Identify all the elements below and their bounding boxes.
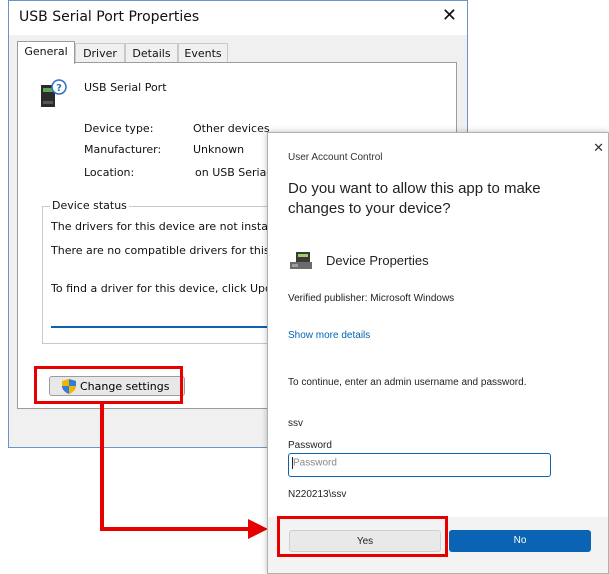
no-button[interactable]: No [449, 530, 591, 552]
highlight-change-settings [34, 366, 183, 404]
device-name: USB Serial Port [84, 81, 167, 94]
tab-details[interactable]: Details [125, 43, 178, 63]
password-label: Password [288, 440, 332, 451]
unknown-device-icon: ? [41, 79, 67, 107]
arrow-connector-vertical [100, 402, 104, 530]
uac-domain-user: N220213\ssv [288, 489, 347, 500]
password-placeholder: Password [293, 457, 337, 469]
tab-events[interactable]: Events [178, 43, 228, 63]
device-type-label: Device type: [84, 122, 154, 135]
uac-username: ssv [288, 418, 303, 429]
uac-publisher: Verified publisher: Microsoft Windows [288, 293, 455, 304]
arrow-connector-horizontal [100, 527, 250, 531]
device-properties-icon [290, 252, 312, 269]
location-label: Location: [84, 166, 135, 179]
uac-instruction: To continue, enter an admin username and… [288, 377, 527, 388]
screenshot-canvas: USB Serial Port Properties ✕ General Dri… [0, 0, 609, 574]
close-icon[interactable]: ✕ [442, 5, 457, 26]
tab-driver[interactable]: Driver [75, 43, 125, 63]
uac-program-name: Device Properties [326, 253, 429, 268]
uac-dialog: User Account Control ✕ Do you want to al… [267, 132, 609, 574]
manufacturer-value: Unknown [193, 143, 245, 156]
properties-window-title: USB Serial Port Properties [19, 9, 200, 25]
close-icon[interactable]: ✕ [593, 141, 604, 156]
uac-question: Do you want to allow this app to make ch… [288, 180, 541, 217]
status-line: To find a driver for this device, click … [51, 282, 279, 295]
status-line: The drivers for this device are not inst… [51, 220, 275, 233]
arrow-head-icon [248, 519, 268, 539]
show-more-details-link[interactable]: Show more details [288, 330, 370, 341]
password-input[interactable]: Password [288, 453, 551, 477]
tab-general[interactable]: General [17, 41, 75, 64]
manufacturer-label: Manufacturer: [84, 143, 162, 156]
highlight-yes-button [277, 516, 448, 557]
uac-header: User Account Control [288, 152, 383, 163]
properties-title-bar: USB Serial Port Properties ✕ [9, 1, 467, 35]
svg-text:?: ? [56, 83, 62, 94]
device-type-value: Other devices [193, 122, 270, 135]
location-value: on USB Seria [195, 166, 267, 179]
status-line: There are no compatible drivers for this [51, 244, 270, 257]
device-status-label: Device status [50, 199, 129, 212]
